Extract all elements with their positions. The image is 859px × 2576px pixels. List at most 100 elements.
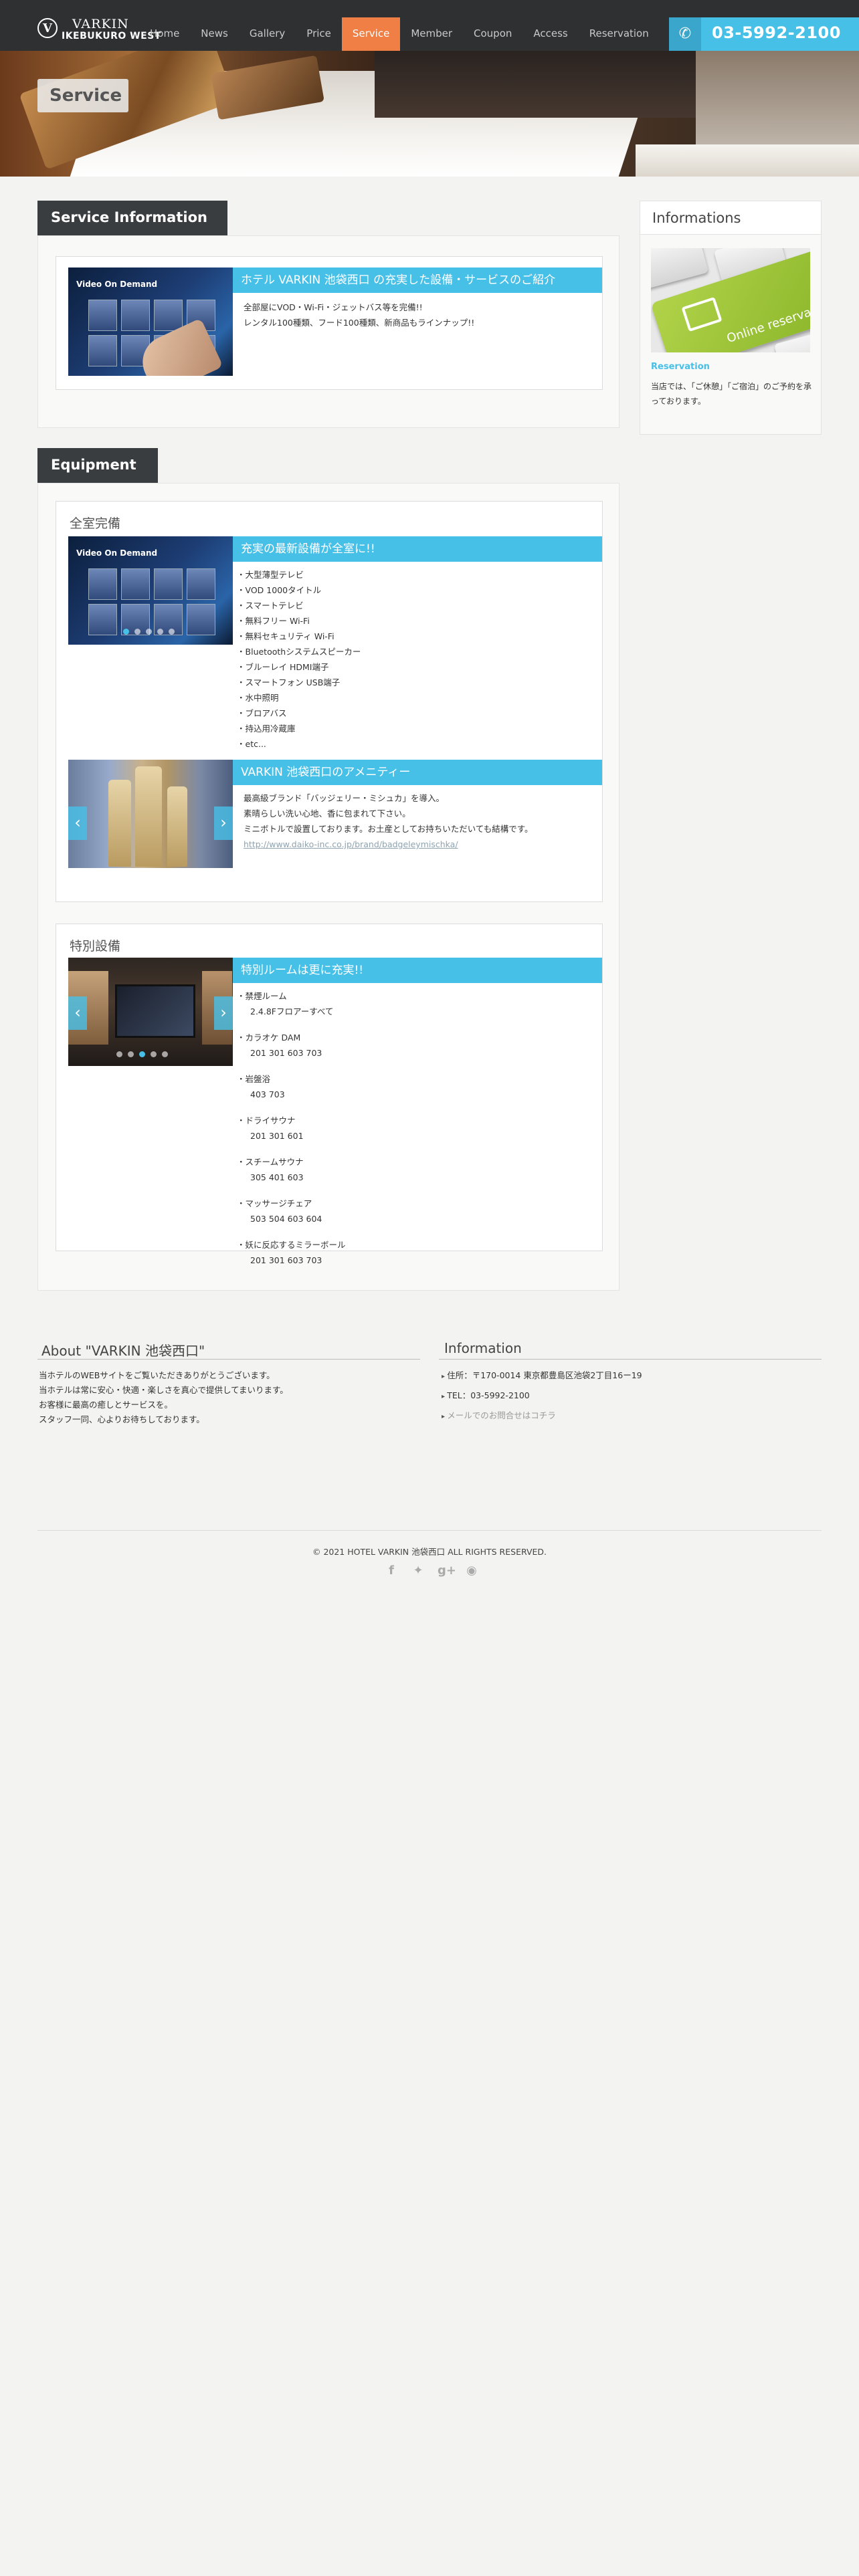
- item-rooms: 403 703: [250, 1089, 285, 1099]
- about-title: About "VARKIN 池袋西口": [41, 1343, 205, 1359]
- item-name: ドライサウナ: [237, 1115, 296, 1125]
- amenity-line: 最高級ブランド「バッジェリー・ミシュカ」を導入。: [244, 793, 445, 803]
- latest-equipment-bar: 充実の最新設備が全室に!!: [233, 536, 602, 562]
- item-name: 禁煙ルーム: [237, 991, 287, 1001]
- nav-home[interactable]: Home: [139, 17, 190, 51]
- list-item: 無料フリー Wi-Fi: [237, 613, 361, 629]
- reservation-link[interactable]: Reservation: [651, 362, 710, 372]
- nav-gallery[interactable]: Gallery: [239, 17, 296, 51]
- special-rooms-title: 特別設備: [70, 939, 121, 954]
- googleplus-icon[interactable]: g+: [438, 1564, 456, 1578]
- list-item: ブルーレイ HDMI端子: [237, 659, 361, 675]
- item-name: 岩盤浴: [237, 1074, 270, 1084]
- service-info-line: 全部屋にVOD・Wi-Fi・ジェットバス等を完備!!: [244, 302, 423, 312]
- mail-contact-link[interactable]: メールでのお問合せはコチラ: [442, 1406, 642, 1426]
- phone-icon: ✆: [669, 17, 701, 51]
- item-name: カラオケ DAM: [237, 1033, 300, 1043]
- service-info-line: レンタル100種類、フード100種類、新商品もラインナップ!!: [244, 318, 475, 328]
- slider-dots[interactable]: [123, 629, 175, 635]
- list-item: スマートテレビ: [237, 598, 361, 613]
- list-item: etc...: [237, 736, 361, 752]
- footer-divider: [37, 1530, 822, 1531]
- item-name: マッサージチェア: [237, 1198, 312, 1208]
- social-links: f ✦ g+ ◉: [384, 1564, 479, 1578]
- slider-prev-arrow[interactable]: ‹: [68, 996, 87, 1030]
- amenity-link[interactable]: http://www.daiko-inc.co.jp/brand/badgele…: [244, 837, 533, 852]
- amenity-text: 最高級ブランド「バッジェリー・ミシュカ」を導入。 素晴らしい洗い心地、香に包まれ…: [244, 790, 533, 852]
- slider-dots[interactable]: [116, 1051, 168, 1057]
- special-equipment-list: 禁煙ルーム 2.4.8Fフロアーすべて カラオケ DAM 201 301 603 7…: [237, 988, 346, 1279]
- item-rooms: 2.4.8Fフロアーすべて: [250, 1006, 334, 1016]
- item-name: スチームサウナ: [237, 1157, 304, 1167]
- item-rooms: 503 504 603 604: [250, 1214, 322, 1224]
- service-info-panel: Video On Demand ホテル VARKIN 池袋西口 の充実した設備・…: [37, 235, 619, 428]
- info-sidebar: Informations Online reservation Reservat…: [640, 201, 822, 435]
- vod-slider-image: Video On Demand: [68, 536, 233, 645]
- about-text: 当ホテルのWEBサイトをご覧いただきありがとうございます。 当ホテルは常に安心・…: [39, 1368, 288, 1427]
- list-item: 無料セキュリティ Wi-Fi: [237, 629, 361, 644]
- all-rooms-title: 全室完備: [70, 516, 121, 531]
- nav-price[interactable]: Price: [296, 17, 342, 51]
- list-item: スチームサウナ 305 401 603: [237, 1154, 346, 1185]
- list-item: 持込用冷蔵庫: [237, 721, 361, 736]
- equipment-heading: Equipment: [37, 448, 158, 483]
- service-info-bar: ホテル VARKIN 池袋西口 の充実した設備・サービスのご紹介: [233, 267, 602, 293]
- reservation-text: 当店では、「ご休憩」「ご宿泊」のご予約を承っております。: [651, 382, 812, 406]
- list-item: マッサージチェア 503 504 603 604: [237, 1196, 346, 1226]
- list-item: 大型薄型テレビ: [237, 567, 361, 582]
- phone-button[interactable]: ✆ 03-5992-2100: [669, 17, 859, 51]
- list-item: VOD 1000タイトル: [237, 582, 361, 598]
- about-line: 当ホテルは常に安心・快適・楽しさを真心で提供してまいります。: [39, 1385, 288, 1395]
- facebook-icon[interactable]: f: [384, 1564, 399, 1578]
- vod-image-caption: Video On Demand: [76, 280, 158, 289]
- item-rooms: 201 301 601: [250, 1131, 304, 1141]
- list-item: ドライサウナ 201 301 601: [237, 1113, 346, 1144]
- page-title: Service: [37, 79, 128, 112]
- copyright: © 2021 HOTEL VARKIN 池袋西口 ALL RIGHTS RESE…: [312, 1547, 547, 1557]
- list-item: 禁煙ルーム 2.4.8Fフロアーすべて: [237, 988, 346, 1019]
- amenity-bar: VARKIN 池袋西口のアメニティー: [233, 760, 602, 785]
- nav-coupon[interactable]: Coupon: [463, 17, 522, 51]
- logo-mark-icon: V: [37, 18, 58, 38]
- amenity-slider-image: ‹ ›: [68, 760, 233, 868]
- all-rooms-card: 全室完備 Video On Demand 充実の最新設備が全室に!! 大型薄型テ…: [56, 501, 603, 902]
- nav-reservation[interactable]: Reservation: [579, 17, 660, 51]
- rss-icon[interactable]: ◉: [464, 1564, 479, 1578]
- info-title: Information: [444, 1340, 522, 1356]
- slider-next-arrow[interactable]: ›: [214, 996, 233, 1030]
- service-info-card: Video On Demand ホテル VARKIN 池袋西口 の充実した設備・…: [56, 256, 603, 390]
- item-rooms: 201 301 603 703: [250, 1255, 322, 1265]
- item-rooms: 201 301 603 703: [250, 1048, 322, 1058]
- slider-prev-arrow[interactable]: ‹: [68, 807, 87, 840]
- list-item: 岩盤浴 403 703: [237, 1071, 346, 1102]
- vod-slider-caption: Video On Demand: [76, 548, 158, 558]
- service-info-heading: Service Information: [37, 201, 227, 235]
- hotel-logo[interactable]: V VARKIN IKEBUKURO WEST: [37, 13, 161, 41]
- equipment-panel: 全室完備 Video On Demand 充実の最新設備が全室に!! 大型薄型テ…: [37, 483, 619, 1291]
- main-nav: Home News Gallery Price Service Member C…: [139, 17, 660, 51]
- slider-next-arrow[interactable]: ›: [214, 807, 233, 840]
- top-header: V VARKIN IKEBUKURO WEST Home News Galler…: [0, 0, 859, 51]
- special-room-slider-image: ‹ ›: [68, 958, 233, 1066]
- nav-access[interactable]: Access: [522, 17, 578, 51]
- nav-news[interactable]: News: [190, 17, 239, 51]
- nav-service[interactable]: Service: [341, 17, 401, 51]
- amenity-line: 素晴らしい洗い心地、香に包まれて下さい。: [244, 809, 411, 819]
- about-line: お客様に最高の癒しとサービスを。: [39, 1400, 173, 1410]
- amenity-line: ミニボトルで設置しております。お土産としてお持ちいただいても結構です。: [244, 824, 533, 834]
- online-reservation-image[interactable]: Online reservation: [651, 248, 810, 352]
- about-line: スタッフ一同、心よりお待ちしております。: [39, 1414, 205, 1424]
- address-item: 住所：〒170-0014 東京都豊島区池袋2丁目16ー19: [442, 1366, 642, 1386]
- divider: [439, 1359, 822, 1360]
- hero-banner-image: [0, 51, 859, 177]
- special-rooms-card: 特別設備 ‹ › 特別ルームは更に充実!! 禁煙ルーム 2.4.8Fフロアーすべて…: [56, 924, 603, 1265]
- item-name: 妖に反応するミラーボール: [237, 1240, 346, 1250]
- item-rooms: 305 401 603: [250, 1172, 304, 1182]
- sidebar-heading: Informations: [640, 201, 821, 235]
- tel-item: TEL：03-5992-2100: [442, 1386, 642, 1406]
- vod-image: Video On Demand: [68, 267, 233, 376]
- phone-number: 03-5992-2100: [712, 23, 841, 42]
- twitter-icon[interactable]: ✦: [411, 1564, 425, 1578]
- service-info-text: 全部屋にVOD・Wi-Fi・ジェットバス等を完備!! レンタル100種類、フード…: [244, 300, 474, 330]
- nav-member[interactable]: Member: [400, 17, 463, 51]
